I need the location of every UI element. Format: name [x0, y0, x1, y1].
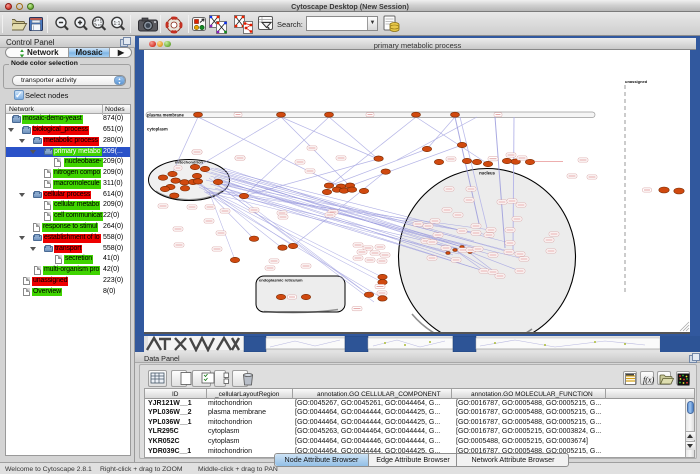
svg-text:1:1: 1:1: [114, 21, 121, 27]
svg-text:plasma membrane: plasma membrane: [147, 112, 184, 117]
svg-text:endoplasmic reticulum: endoplasmic reticulum: [259, 278, 303, 283]
svg-text:f(x): f(x): [643, 376, 654, 385]
svg-text:nucleus: nucleus: [479, 171, 495, 176]
svg-text:mitochondrion: mitochondrion: [175, 160, 204, 165]
svg-text:unassigned: unassigned: [625, 79, 648, 84]
svg-text:cytoplasm: cytoplasm: [147, 127, 168, 132]
